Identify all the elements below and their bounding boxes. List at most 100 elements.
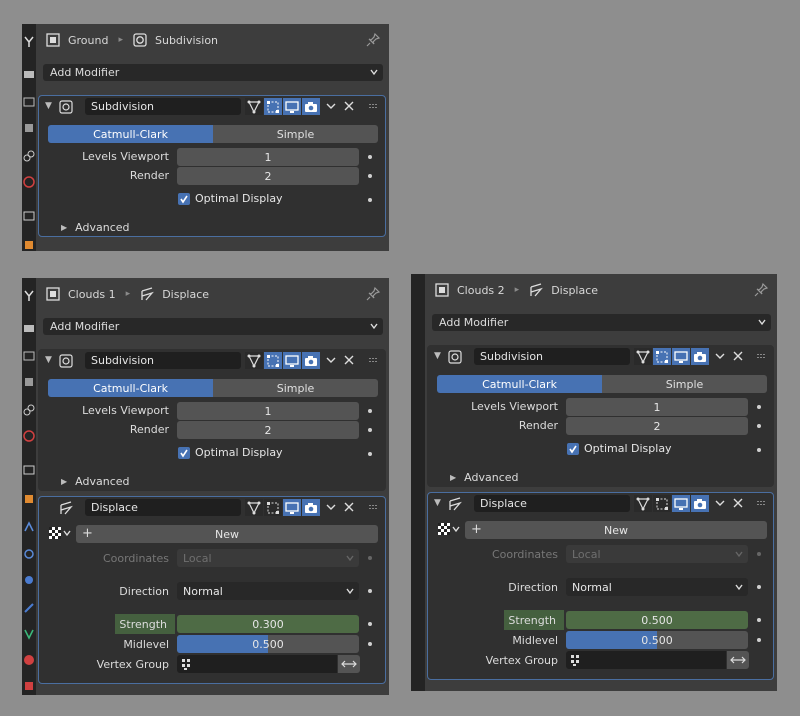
close-icon[interactable]	[732, 349, 744, 366]
keyframe-dot-icon[interactable]	[757, 618, 761, 622]
view-layer-tab-icon[interactable]	[23, 122, 35, 134]
output-tab-icon[interactable]	[23, 350, 35, 362]
keyframe-dot-icon[interactable]	[757, 585, 761, 589]
levels-viewport-field[interactable]: 1	[177, 402, 359, 420]
add-modifier-dropdown[interactable]: Add Modifier	[432, 314, 771, 331]
collapse-triangle-icon[interactable]: ▼	[45, 355, 52, 365]
viewport-display-toggle-icon[interactable]	[672, 495, 690, 512]
direction-dropdown[interactable]: Normal	[566, 578, 748, 596]
drag-grip-icon[interactable]	[757, 498, 767, 511]
advanced-subpanel-toggle[interactable]: ▶ Advanced	[61, 221, 130, 234]
render-levels-field[interactable]: 2	[566, 417, 748, 435]
viewport-display-toggle-icon[interactable]	[283, 352, 301, 369]
pin-icon[interactable]	[753, 282, 769, 298]
advanced-subpanel-toggle[interactable]: ▶ Advanced	[61, 475, 130, 488]
material-tab-icon[interactable]	[23, 654, 35, 666]
pin-icon[interactable]	[365, 32, 381, 48]
keyframe-dot-icon[interactable]	[368, 155, 372, 159]
add-modifier-dropdown[interactable]: Add Modifier	[43, 318, 383, 335]
collection-tab-icon[interactable]	[23, 210, 35, 222]
constraints-tab-icon[interactable]	[23, 602, 35, 614]
object-tab-icon[interactable]	[23, 493, 35, 505]
midlevel-slider[interactable]: 0.500	[177, 635, 359, 653]
simple-button[interactable]: Simple	[602, 375, 767, 393]
physics-tab-icon[interactable]	[23, 574, 35, 586]
keyframe-dot-icon[interactable]	[757, 424, 761, 428]
viewport-display-toggle-icon[interactable]	[283, 98, 301, 115]
invert-vertex-group-icon[interactable]	[727, 651, 749, 669]
edit-mode-toggle-icon[interactable]	[653, 348, 671, 365]
optimal-display-checkbox[interactable]: Optimal Display	[178, 192, 283, 205]
keyframe-dot-icon[interactable]	[368, 622, 372, 626]
edit-mode-cage-toggle-icon[interactable]	[245, 352, 263, 369]
particles-tab-icon[interactable]	[23, 548, 35, 560]
close-icon[interactable]	[343, 99, 355, 116]
view-layer-tab-icon[interactable]	[23, 376, 35, 388]
drag-grip-icon[interactable]	[757, 351, 767, 364]
keyframe-dot-icon[interactable]	[368, 452, 372, 456]
modifier-menu-chevron-down-icon[interactable]	[325, 353, 337, 370]
drag-grip-icon[interactable]	[369, 355, 379, 368]
render-tab-icon[interactable]	[23, 68, 35, 80]
catmull-clark-button[interactable]: Catmull-Clark	[48, 125, 213, 143]
optimal-display-checkbox[interactable]: Optimal Display	[178, 446, 283, 459]
collapse-triangle-icon[interactable]: ▼	[434, 351, 441, 361]
new-texture-button[interactable]: + New	[76, 525, 378, 543]
catmull-clark-button[interactable]: Catmull-Clark	[437, 375, 602, 393]
modifier-menu-chevron-down-icon[interactable]	[325, 500, 337, 517]
modifier-name-field[interactable]: Displace	[474, 495, 630, 512]
modifier-menu-chevron-down-icon[interactable]	[325, 99, 337, 116]
render-toggle-icon[interactable]	[691, 495, 709, 512]
texture-browse-dropdown[interactable]	[437, 521, 461, 539]
modifier-menu-chevron-down-icon[interactable]	[714, 496, 726, 513]
modifier-name-field[interactable]: Subdivision	[85, 352, 241, 369]
edit-mode-cage-toggle-icon[interactable]	[634, 348, 652, 365]
modifier-tab-icon[interactable]	[23, 521, 35, 533]
coordinates-dropdown[interactable]: Local	[177, 549, 359, 567]
catmull-clark-button[interactable]: Catmull-Clark	[48, 379, 213, 397]
edit-mode-toggle-icon[interactable]	[264, 499, 282, 516]
world-tab-icon[interactable]	[23, 430, 35, 442]
scene-tab-icon[interactable]	[23, 404, 35, 416]
drag-grip-icon[interactable]	[369, 101, 379, 114]
keyframe-dot-icon[interactable]	[757, 405, 761, 409]
keyframe-dot-icon[interactable]	[757, 448, 761, 452]
viewport-display-toggle-icon[interactable]	[672, 348, 690, 365]
tool-tab-icon[interactable]	[23, 290, 35, 302]
invert-vertex-group-icon[interactable]	[338, 655, 360, 673]
object-tab-icon[interactable]	[23, 239, 35, 251]
edit-mode-cage-toggle-icon[interactable]	[245, 98, 263, 115]
edit-mode-toggle-icon[interactable]	[264, 98, 282, 115]
close-icon[interactable]	[343, 353, 355, 370]
modifier-name-field[interactable]: Subdivision	[474, 348, 630, 365]
strength-field[interactable]: 0.300	[177, 615, 359, 633]
edit-mode-toggle-icon[interactable]	[264, 352, 282, 369]
output-tab-icon[interactable]	[23, 96, 35, 108]
render-tab-icon[interactable]	[23, 322, 35, 334]
advanced-subpanel-toggle[interactable]: ▶ Advanced	[450, 471, 519, 484]
edit-mode-cage-toggle-icon[interactable]	[634, 495, 652, 512]
direction-dropdown[interactable]: Normal	[177, 582, 359, 600]
collection-tab-icon[interactable]	[23, 464, 35, 476]
texture-tab-icon[interactable]	[23, 680, 35, 692]
pin-icon[interactable]	[365, 286, 381, 302]
data-tab-icon[interactable]	[23, 628, 35, 640]
add-modifier-dropdown[interactable]: Add Modifier	[43, 64, 383, 81]
render-toggle-icon[interactable]	[302, 352, 320, 369]
scene-tab-icon[interactable]	[23, 150, 35, 162]
viewport-display-toggle-icon[interactable]	[283, 499, 301, 516]
keyframe-dot-icon[interactable]	[368, 556, 372, 560]
texture-browse-dropdown[interactable]	[48, 525, 72, 543]
edit-mode-toggle-icon[interactable]	[653, 495, 671, 512]
collapse-triangle-icon[interactable]: ▼	[434, 498, 441, 508]
render-toggle-icon[interactable]	[691, 348, 709, 365]
levels-viewport-field[interactable]: 1	[566, 398, 748, 416]
world-tab-icon[interactable]	[23, 176, 35, 188]
vertex-group-field[interactable]	[566, 651, 726, 669]
edit-mode-cage-toggle-icon[interactable]	[245, 499, 263, 516]
simple-button[interactable]: Simple	[213, 125, 378, 143]
drag-grip-icon[interactable]	[369, 502, 379, 515]
keyframe-dot-icon[interactable]	[368, 642, 372, 646]
keyframe-dot-icon[interactable]	[757, 552, 761, 556]
keyframe-dot-icon[interactable]	[368, 198, 372, 202]
